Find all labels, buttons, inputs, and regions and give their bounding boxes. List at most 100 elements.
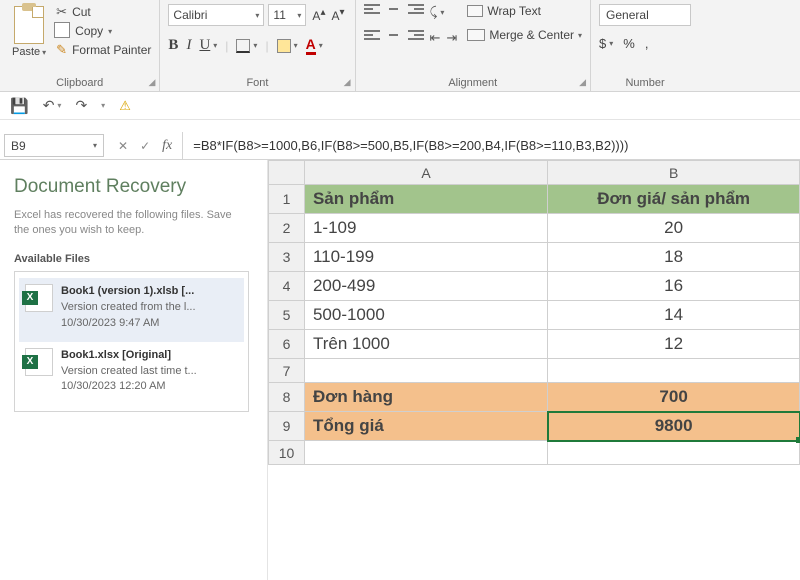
scissors-icon: ✂ bbox=[56, 4, 67, 20]
currency-button[interactable]: $▾ bbox=[599, 36, 613, 51]
cell[interactable]: 14 bbox=[548, 301, 800, 330]
orientation-button[interactable]: ⤹▾ bbox=[430, 4, 445, 20]
cell[interactable]: Đơn giá/ sản phẩm bbox=[548, 185, 800, 214]
recovery-file-item[interactable]: Book1.xlsx [Original] Version created la… bbox=[19, 342, 244, 406]
cell[interactable]: 1-109 bbox=[304, 214, 547, 243]
customize-qat-button[interactable]: ▾ bbox=[101, 101, 105, 110]
fill-color-button[interactable] bbox=[277, 39, 291, 53]
row-header[interactable]: 8 bbox=[269, 383, 305, 412]
formula-input[interactable]: =B8*IF(B8>=1000,B6,IF(B8>=500,B5,IF(B8>=… bbox=[183, 132, 800, 159]
font-group-label: Font bbox=[246, 77, 268, 89]
cell[interactable]: Sản phẩm bbox=[304, 185, 547, 214]
name-box[interactable]: B9▾ bbox=[4, 134, 104, 157]
percent-button[interactable]: % bbox=[623, 36, 635, 51]
cell[interactable]: 12 bbox=[548, 330, 800, 359]
merge-icon bbox=[467, 29, 485, 41]
number-format-select[interactable]: General bbox=[599, 4, 691, 26]
align-bottom-button[interactable] bbox=[408, 4, 424, 16]
merge-center-button[interactable]: Merge & Center▾ bbox=[467, 28, 582, 42]
recovery-title: Document Recovery bbox=[14, 176, 249, 198]
chevron-down-icon[interactable]: ▾ bbox=[319, 41, 323, 50]
chevron-down-icon[interactable]: ▾ bbox=[57, 101, 61, 110]
bold-button[interactable]: B bbox=[168, 37, 178, 54]
formula-text: =B8*IF(B8>=1000,B6,IF(B8>=500,B5,IF(B8>=… bbox=[193, 138, 628, 153]
cell[interactable]: 500-1000 bbox=[304, 301, 547, 330]
cell[interactable] bbox=[304, 359, 547, 383]
cell[interactable]: Tổng giá bbox=[304, 412, 547, 441]
ribbon: Paste▾ ✂Cut Copy▾ ✎Format Painter Clipbo… bbox=[0, 0, 800, 92]
font-name-select[interactable]: Calibri▾ bbox=[168, 4, 264, 26]
dialog-launcher-icon[interactable]: ◢ bbox=[579, 77, 586, 88]
file-date: 10/30/2023 12:20 AM bbox=[61, 379, 197, 395]
recovery-file-item[interactable]: Book1 (version 1).xlsb [... Version crea… bbox=[19, 278, 244, 342]
row-header[interactable]: 3 bbox=[269, 243, 305, 272]
copy-button[interactable]: Copy▾ bbox=[56, 24, 151, 38]
insert-function-button[interactable]: fx bbox=[162, 138, 172, 154]
save-button[interactable]: 💾 bbox=[10, 97, 29, 115]
undo-button[interactable]: ↶ bbox=[43, 97, 55, 114]
select-all-corner[interactable] bbox=[269, 161, 305, 185]
merge-label: Merge & Center bbox=[489, 28, 574, 42]
row-header[interactable]: 9 bbox=[269, 412, 305, 441]
cell[interactable]: 18 bbox=[548, 243, 800, 272]
redo-button[interactable]: ↷ bbox=[75, 97, 87, 114]
font-size-select[interactable]: 11▾ bbox=[268, 4, 306, 26]
cell[interactable] bbox=[548, 359, 800, 383]
format-painter-button[interactable]: ✎Format Painter bbox=[56, 42, 151, 58]
align-top-button[interactable] bbox=[364, 4, 380, 16]
increase-indent-button[interactable]: ⇥ bbox=[446, 30, 457, 46]
cell[interactable] bbox=[304, 441, 547, 465]
wrap-text-icon bbox=[467, 5, 483, 17]
underline-button[interactable]: U bbox=[199, 37, 210, 54]
column-header[interactable]: B bbox=[548, 161, 800, 185]
row-header[interactable]: 4 bbox=[269, 272, 305, 301]
cell[interactable]: 20 bbox=[548, 214, 800, 243]
decrease-font-button[interactable]: A▾ bbox=[329, 7, 346, 23]
cell[interactable]: 16 bbox=[548, 272, 800, 301]
comma-button[interactable]: , bbox=[645, 36, 649, 51]
excel-file-icon bbox=[25, 284, 53, 312]
main-area: Document Recovery Excel has recovered th… bbox=[0, 160, 800, 580]
formula-bar: B9▾ ✕ ✓ fx =B8*IF(B8>=1000,B6,IF(B8>=500… bbox=[0, 132, 800, 160]
cut-button[interactable]: ✂ Cut bbox=[56, 4, 151, 20]
warning-icon[interactable]: ⚠ bbox=[119, 98, 131, 114]
align-center-button[interactable] bbox=[386, 30, 402, 42]
cell[interactable]: 110-199 bbox=[304, 243, 547, 272]
wrap-text-button[interactable]: Wrap Text bbox=[467, 4, 582, 18]
row-header[interactable]: 10 bbox=[269, 441, 305, 465]
row-header[interactable]: 2 bbox=[269, 214, 305, 243]
increase-font-button[interactable]: A▴ bbox=[310, 7, 327, 23]
copy-icon bbox=[56, 24, 70, 38]
font-size-value: 11 bbox=[273, 8, 285, 22]
cell[interactable] bbox=[548, 441, 800, 465]
cut-label: Cut bbox=[72, 5, 91, 19]
clipboard-group: Paste▾ ✂Cut Copy▾ ✎Format Painter Clipbo… bbox=[0, 0, 160, 91]
paste-button[interactable]: Paste▾ bbox=[8, 4, 50, 60]
chevron-down-icon[interactable]: ▾ bbox=[213, 41, 217, 50]
font-color-button[interactable]: A bbox=[306, 36, 316, 55]
borders-button[interactable] bbox=[236, 39, 250, 53]
active-cell[interactable]: 9800 bbox=[548, 412, 800, 441]
column-header[interactable]: A bbox=[304, 161, 547, 185]
cell[interactable]: 200-499 bbox=[304, 272, 547, 301]
file-name: Book1 (version 1).xlsb [... bbox=[61, 284, 196, 300]
row-header[interactable]: 1 bbox=[269, 185, 305, 214]
enter-formula-button[interactable]: ✓ bbox=[140, 139, 150, 153]
dialog-launcher-icon[interactable]: ◢ bbox=[149, 77, 156, 88]
row-header[interactable]: 5 bbox=[269, 301, 305, 330]
row-header[interactable]: 6 bbox=[269, 330, 305, 359]
chevron-down-icon[interactable]: ▾ bbox=[294, 41, 298, 50]
cell[interactable]: 700 bbox=[548, 383, 800, 412]
align-left-button[interactable] bbox=[364, 30, 380, 42]
dialog-launcher-icon[interactable]: ◢ bbox=[344, 77, 351, 88]
spreadsheet-grid[interactable]: A B 1Sản phẩmĐơn giá/ sản phẩm21-1092031… bbox=[268, 160, 800, 580]
italic-button[interactable]: I bbox=[186, 37, 191, 54]
cell[interactable]: Đơn hàng bbox=[304, 383, 547, 412]
decrease-indent-button[interactable]: ⇤ bbox=[430, 30, 441, 46]
chevron-down-icon[interactable]: ▾ bbox=[253, 41, 257, 50]
align-middle-button[interactable] bbox=[386, 4, 402, 16]
row-header[interactable]: 7 bbox=[269, 359, 305, 383]
cancel-formula-button[interactable]: ✕ bbox=[118, 139, 128, 153]
align-right-button[interactable] bbox=[408, 30, 424, 42]
cell[interactable]: Trên 1000 bbox=[304, 330, 547, 359]
